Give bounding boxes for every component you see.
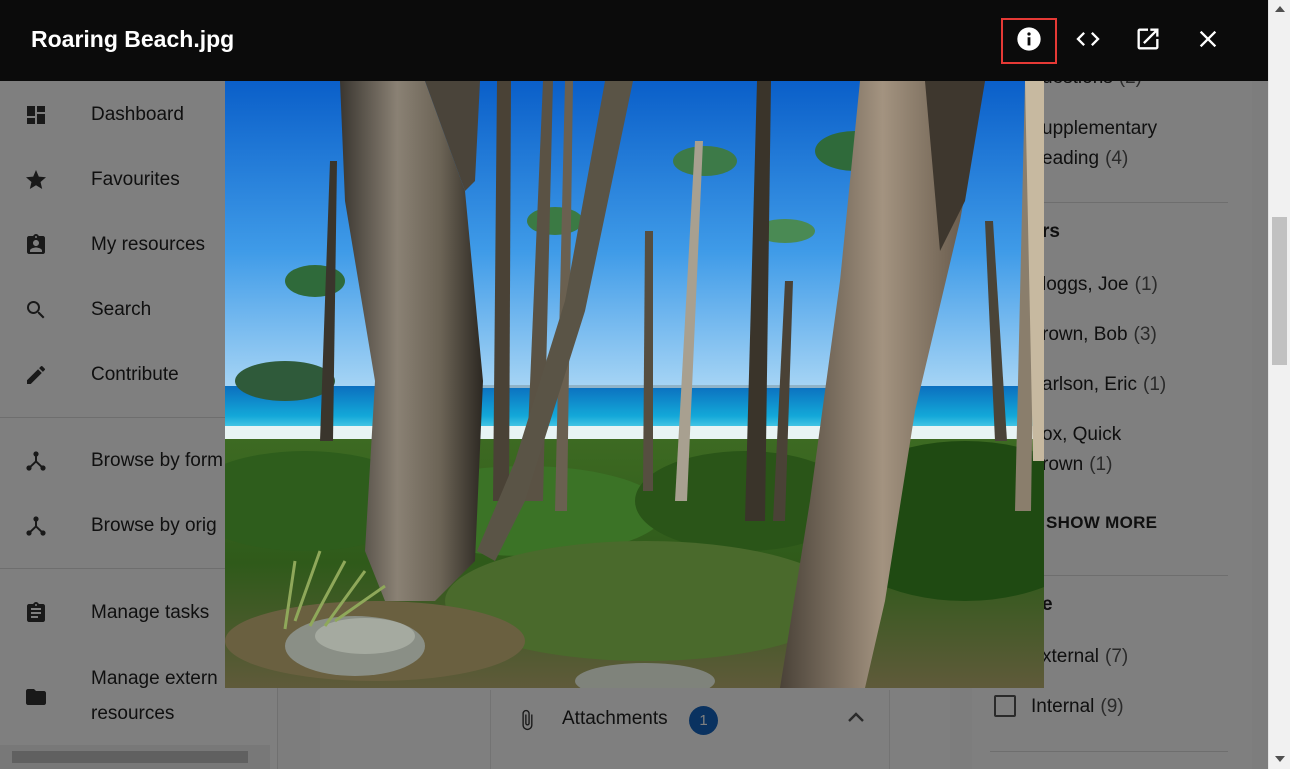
roaring-beach-photo xyxy=(225,81,1044,688)
close-button[interactable] xyxy=(1184,18,1232,64)
code-icon xyxy=(1074,25,1102,58)
open-in-new-icon xyxy=(1134,25,1162,58)
embed-code-button[interactable] xyxy=(1064,18,1112,64)
lightbox-header: Roaring Beach.jpg xyxy=(0,0,1268,81)
scroll-up-arrow-icon[interactable] xyxy=(1275,6,1285,12)
lightbox-image[interactable] xyxy=(225,81,1044,688)
scroll-down-arrow-icon[interactable] xyxy=(1275,756,1285,762)
close-icon xyxy=(1194,25,1222,58)
info-icon xyxy=(1015,25,1043,58)
info-button[interactable] xyxy=(1001,18,1057,64)
page-scrollbar[interactable] xyxy=(1268,0,1290,769)
lightbox-title: Roaring Beach.jpg xyxy=(31,26,235,52)
open-in-new-window-button[interactable] xyxy=(1124,18,1172,64)
scrollbar-thumb[interactable] xyxy=(1272,217,1287,365)
